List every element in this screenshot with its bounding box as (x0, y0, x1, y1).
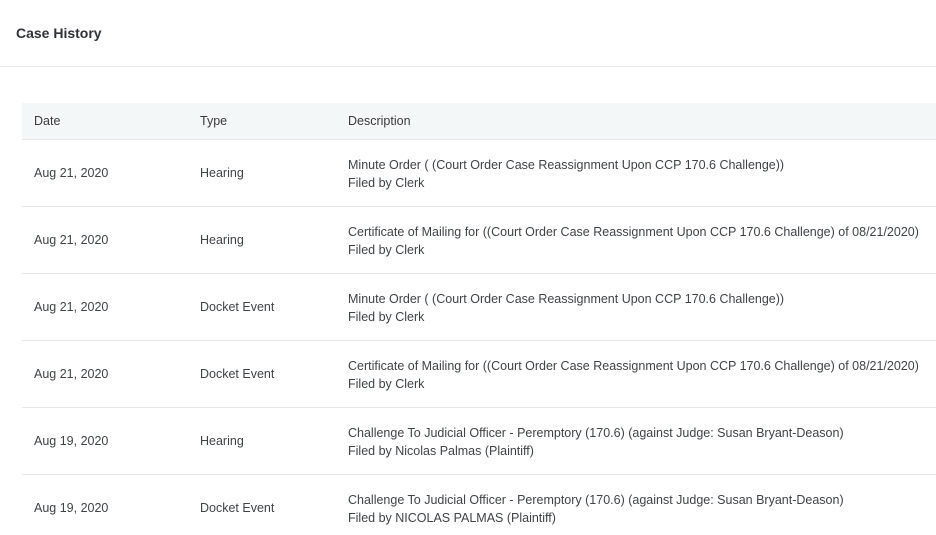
panel-header: Case History (0, 0, 936, 67)
filed-by-text: Filed by Clerk (348, 242, 425, 257)
cell-description: Certificate of Mailing for ((Court Order… (336, 206, 936, 274)
case-history-table: Date Type Description Aug 21, 2020 Heari… (22, 103, 936, 535)
table-row[interactable]: Aug 19, 2020 Hearing Challenge To Judici… (22, 407, 936, 475)
cell-description: Challenge To Judicial Officer - Perempto… (336, 407, 936, 475)
table-row[interactable]: Aug 19, 2020 Docket Event Challenge To J… (22, 474, 936, 535)
description-text: Challenge To Judicial Officer - Perempto… (348, 492, 844, 507)
description-text: Certificate of Mailing for ((Court Order… (348, 358, 919, 373)
description-text: Minute Order ( (Court Order Case Reassig… (348, 291, 785, 306)
filed-by-text: Filed by Nicolas Palmas (Plaintiff) (348, 443, 534, 458)
table-row[interactable]: Aug 21, 2020 Hearing Minute Order ( (Cou… (22, 139, 936, 207)
table-row[interactable]: Aug 21, 2020 Docket Event Minute Order (… (22, 273, 936, 341)
cell-description: Minute Order ( (Court Order Case Reassig… (336, 139, 936, 207)
case-history-panel: Case History Date Type Description Aug 2… (0, 0, 936, 535)
description-text: Certificate of Mailing for ((Court Order… (348, 224, 919, 239)
cell-date: Aug 21, 2020 (22, 273, 188, 341)
filed-by-text: Filed by Clerk (348, 309, 425, 324)
column-header-date[interactable]: Date (22, 103, 188, 140)
filed-by-text: Filed by NICOLAS PALMAS (Plaintiff) (348, 510, 556, 525)
cell-date: Aug 19, 2020 (22, 474, 188, 535)
cell-date: Aug 21, 2020 (22, 340, 188, 408)
cell-date: Aug 19, 2020 (22, 407, 188, 475)
column-header-type[interactable]: Type (188, 103, 336, 140)
cell-type: Hearing (188, 407, 336, 475)
cell-type: Docket Event (188, 273, 336, 341)
cell-description: Certificate of Mailing for ((Court Order… (336, 340, 936, 408)
column-header-description[interactable]: Description (336, 103, 936, 140)
filed-by-text: Filed by Clerk (348, 175, 425, 190)
cell-description: Challenge To Judicial Officer - Perempto… (336, 474, 936, 535)
cell-type: Docket Event (188, 340, 336, 408)
cell-date: Aug 21, 2020 (22, 206, 188, 274)
cell-description: Minute Order ( (Court Order Case Reassig… (336, 273, 936, 341)
description-text: Minute Order ( (Court Order Case Reassig… (348, 157, 785, 172)
case-history-table-container: Date Type Description Aug 21, 2020 Heari… (22, 103, 936, 535)
table-row[interactable]: Aug 21, 2020 Docket Event Certificate of… (22, 340, 936, 408)
page-title: Case History (16, 24, 102, 41)
cell-type: Docket Event (188, 474, 336, 535)
table-row[interactable]: Aug 21, 2020 Hearing Certificate of Mail… (22, 206, 936, 274)
filed-by-text: Filed by Clerk (348, 376, 425, 391)
cell-type: Hearing (188, 139, 336, 207)
description-text: Challenge To Judicial Officer - Perempto… (348, 425, 844, 440)
cell-type: Hearing (188, 206, 336, 274)
table-header-row: Date Type Description (22, 103, 936, 140)
cell-date: Aug 21, 2020 (22, 139, 188, 207)
